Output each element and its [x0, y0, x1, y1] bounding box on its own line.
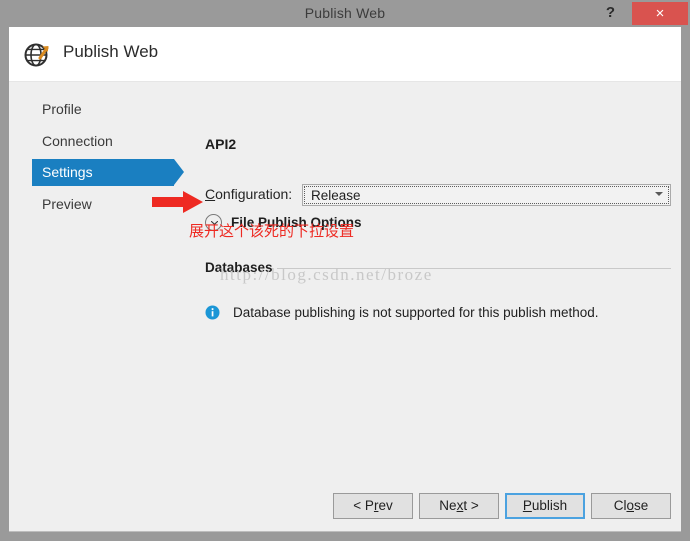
- configuration-label: Configuration:: [205, 186, 292, 202]
- section-divider: [277, 268, 671, 269]
- sidebar-item-label: Profile: [42, 101, 82, 117]
- dialog-body: Publish Web Profile Connection Settings …: [9, 27, 681, 532]
- close-button[interactable]: Close: [591, 493, 671, 519]
- close-button-before: Cl: [613, 498, 627, 513]
- help-button[interactable]: ?: [594, 0, 627, 27]
- prev-button[interactable]: < Prev: [333, 493, 413, 519]
- sidebar-item-settings[interactable]: Settings: [9, 159, 184, 186]
- publish-button-after: ublish: [531, 498, 568, 513]
- configuration-row: Configuration: Release: [205, 184, 671, 206]
- globe-publish-icon: [22, 39, 54, 71]
- configuration-label-mnemonic: C: [205, 186, 216, 202]
- configuration-label-rest: onfiguration:: [215, 186, 293, 202]
- close-button-mnemonic: o: [626, 498, 634, 513]
- prev-button-before: < P: [353, 498, 374, 513]
- sidebar-nav: Profile Connection Settings Preview: [9, 82, 194, 531]
- configuration-select[interactable]: Release: [302, 184, 671, 206]
- chevron-down-icon: [655, 192, 663, 196]
- prev-button-after: ev: [378, 498, 393, 513]
- settings-panel: API2 Configuration: Release File Publish…: [194, 82, 681, 531]
- sidebar-item-profile[interactable]: Profile: [9, 96, 174, 123]
- dialog-header-title: Publish Web: [63, 42, 159, 61]
- publish-web-dialog: Publish Web ? × Publish Web Profile Conn…: [0, 0, 690, 541]
- configuration-value: Release: [311, 188, 361, 203]
- file-publish-options-label: File Publish Options: [231, 215, 362, 230]
- dialog-header: Publish Web: [9, 27, 681, 82]
- sidebar-item-connection[interactable]: Connection: [9, 128, 174, 155]
- databases-section-title: Databases: [205, 260, 273, 275]
- title-bar: Publish Web ? ×: [0, 0, 690, 27]
- publish-button-mnemonic: P: [522, 498, 532, 513]
- next-button-before: Ne: [439, 498, 457, 513]
- sidebar-item-label: Preview: [42, 196, 92, 212]
- close-window-button[interactable]: ×: [632, 2, 688, 25]
- sidebar-item-preview[interactable]: Preview: [9, 191, 174, 218]
- chevron-down-circle-icon: [205, 214, 222, 231]
- publish-button[interactable]: Publish: [505, 493, 585, 519]
- close-button-after: se: [634, 498, 649, 513]
- sidebar-item-label: Settings: [42, 164, 93, 180]
- sidebar-selection-pointer: [174, 159, 184, 185]
- databases-info-message: Database publishing is not supported for…: [233, 305, 599, 320]
- info-icon: [205, 305, 220, 320]
- dialog-footer: < Prev Next > Publish Close: [9, 493, 681, 519]
- window-title: Publish Web: [304, 5, 386, 21]
- databases-section-header: Databases: [205, 260, 671, 278]
- next-button[interactable]: Next >: [419, 493, 499, 519]
- profile-name: API2: [205, 136, 237, 152]
- sidebar-item-label: Connection: [42, 133, 113, 149]
- next-button-after: t >: [463, 498, 479, 513]
